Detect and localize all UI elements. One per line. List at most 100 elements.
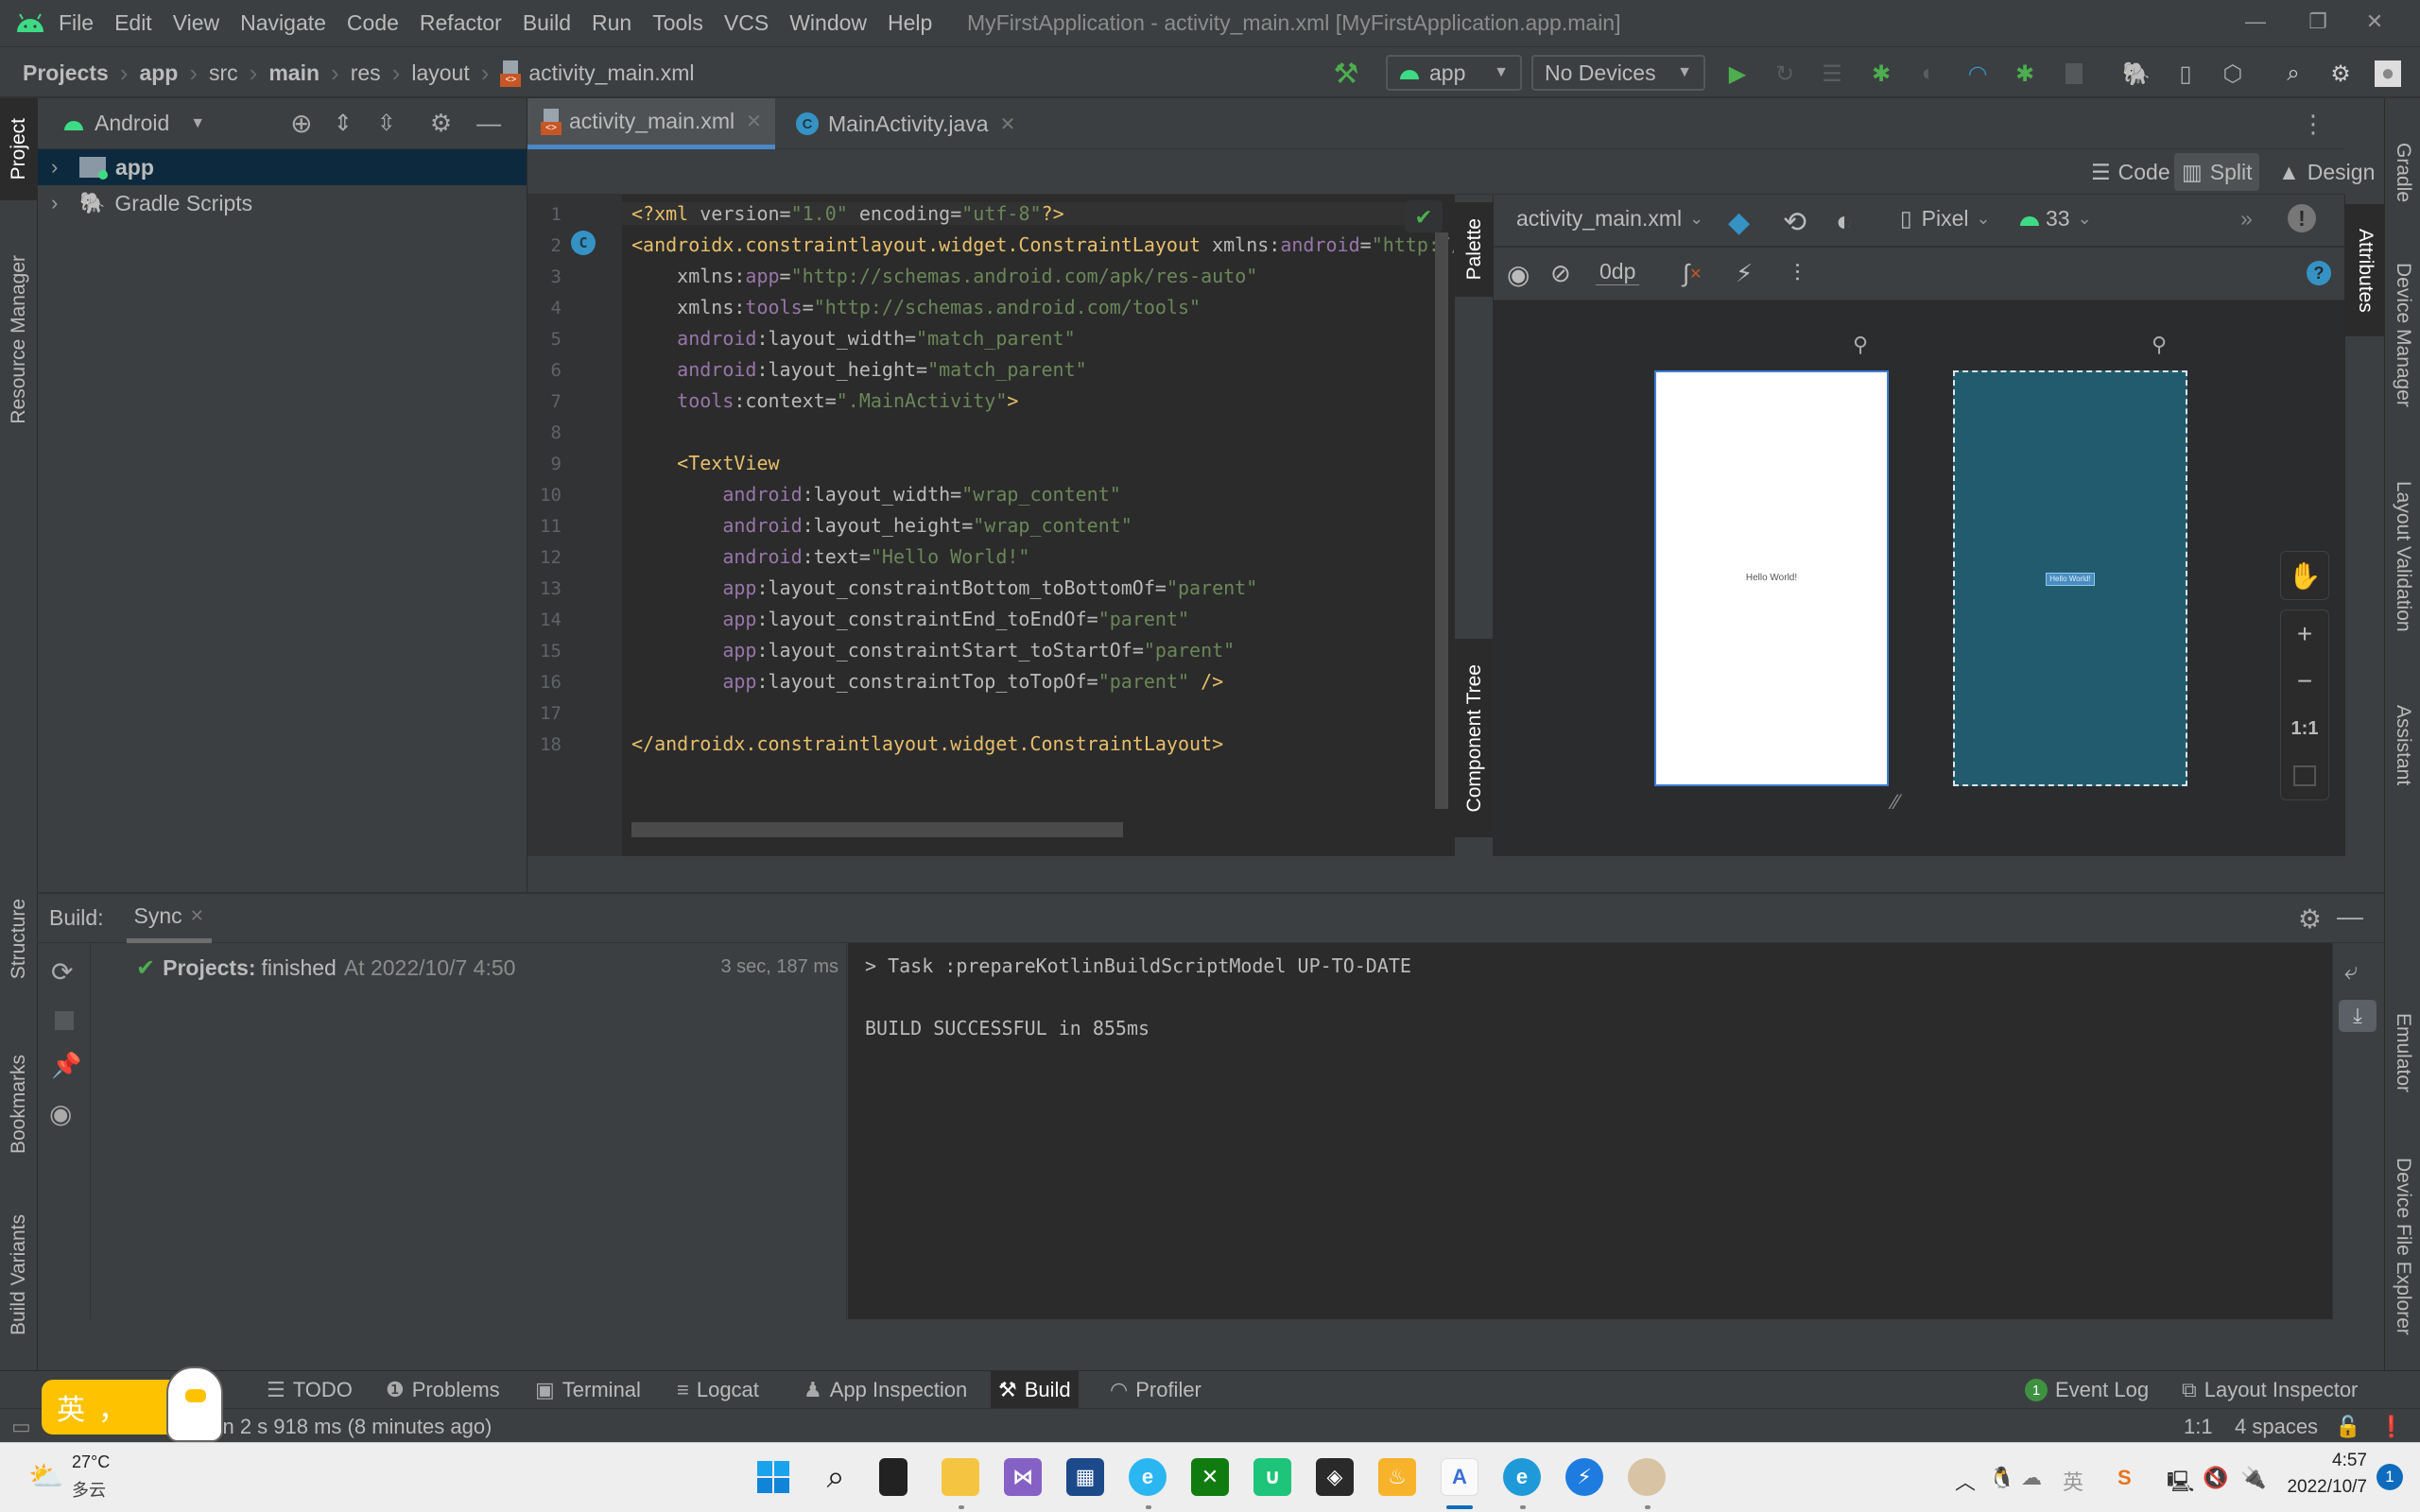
tool-window-app-inspection[interactable]: ♟ App Inspection (796, 1371, 975, 1409)
warning-icon[interactable]: ! (2288, 204, 2316, 232)
shield-app-icon[interactable]: ♨ (1378, 1458, 1416, 1496)
default-margin-input[interactable]: 0dp (1596, 259, 1640, 285)
menu-view[interactable]: View (173, 10, 219, 36)
autoconnect-icon[interactable]: ⊘ (1550, 259, 1571, 288)
menu-refactor[interactable]: Refactor (420, 10, 502, 36)
settings-icon[interactable]: ⚙ (2327, 60, 2354, 87)
tab-activity-main-xml[interactable]: <> activity_main.xml ✕ (527, 98, 775, 149)
attributes-tab[interactable]: Attributes (2345, 204, 2385, 336)
resync-icon[interactable]: ⟳ (51, 956, 73, 988)
photo-app-icon[interactable] (1628, 1458, 1666, 1496)
view-options-icon[interactable]: ◉ (1507, 259, 1530, 290)
apply-changes-icon[interactable]: ↻ (1772, 60, 1798, 87)
clear-constraints-icon[interactable]: ∫ ✕ (1683, 259, 1703, 288)
microsoft-store-icon[interactable]: ▦ (1066, 1458, 1104, 1496)
close-tab-icon[interactable]: ✕ (746, 110, 762, 133)
tool-window-todo[interactable]: ☰ TODO (259, 1371, 360, 1409)
caret-position[interactable]: 1:1 (2184, 1415, 2213, 1439)
pin-icon[interactable]: 📌 (51, 1051, 81, 1080)
device-manager-icon[interactable]: ▯ (2172, 60, 2199, 87)
class-reference-icon[interactable]: C (571, 231, 596, 255)
device-selector[interactable]: ▯ Pixel ⌄ (1900, 206, 1991, 232)
account-icon[interactable]: ● (2375, 60, 2401, 87)
visual-studio-icon[interactable]: ⋈ (1004, 1458, 1042, 1496)
ime-language[interactable]: 英 (57, 1386, 85, 1428)
apply-code-changes-icon[interactable]: ☰ (1819, 60, 1845, 87)
network-icon[interactable]: 🖳 (2167, 1466, 2194, 1502)
menu-build[interactable]: Build (523, 10, 571, 36)
code-line[interactable]: xmlns:app="http://schemas.android.com/ap… (631, 265, 1257, 287)
menu-window[interactable]: Window (789, 10, 867, 36)
palette-tab[interactable]: Palette (1455, 202, 1495, 297)
browser-icon[interactable]: e (1129, 1458, 1167, 1496)
inspection-ok-icon[interactable]: ✔ (1405, 200, 1443, 232)
tool-tab-device-manager[interactable]: Device Manager (2385, 240, 2420, 429)
stop-icon[interactable] (2061, 60, 2087, 87)
device-selector[interactable]: No Devices ▼ (1531, 55, 1705, 91)
tool-tab-resource-manager[interactable]: Resource Manager (0, 240, 38, 438)
tool-tab-structure[interactable]: Structure (0, 873, 38, 1005)
code-line[interactable]: android:layout_height="match_parent" (631, 358, 1087, 381)
breadcrumb-app[interactable]: app (139, 60, 178, 86)
menu-run[interactable]: Run (592, 10, 631, 36)
blueprint-text[interactable]: Hello World! (2046, 573, 2095, 586)
design-surface[interactable]: ⚲ ⚲ Hello World! ⁄⁄ Hello World! ✋ + − 1… (1494, 301, 2344, 856)
code-line[interactable]: android:layout_width="wrap_content" (631, 483, 1120, 506)
tool-window-terminal[interactable]: ▣ Terminal (527, 1371, 648, 1409)
hide-panel-icon[interactable]: — (2337, 902, 2363, 932)
chevron-right-icon[interactable]: › (51, 191, 79, 215)
code-editor[interactable]: C 1 2 3 4 5 6 7 8 9 10 11 12 13 14 15 16 17 18 <?xml vers… (527, 195, 1462, 856)
zoom-out-button[interactable]: − (2281, 658, 2328, 705)
overflow-icon[interactable]: » (2240, 206, 2253, 232)
split-mode-button[interactable]: ▥ Split (2174, 153, 2260, 191)
feedback-icon[interactable]: ❗ (2378, 1415, 2404, 1439)
collapse-all-icon[interactable]: ⇳ (377, 110, 396, 137)
pan-hand-icon[interactable]: ✋ (2281, 552, 2328, 599)
tool-window-layout-inspector[interactable]: ⧉ Layout Inspector (2174, 1371, 2365, 1409)
task-view-icon[interactable] (879, 1458, 908, 1496)
notification-badge[interactable]: 1 (2377, 1464, 2403, 1490)
hide-panel-icon[interactable]: — (476, 109, 501, 138)
gear-icon[interactable]: ⚙ (2298, 903, 2322, 935)
code-line[interactable]: <androidx.constraintlayout.widget.Constr… (631, 233, 1462, 256)
tool-tab-project[interactable]: Project (0, 98, 38, 200)
orientation-icon[interactable]: ⟲ (1783, 206, 1806, 239)
clock-time[interactable]: 4:57 (2316, 1451, 2367, 1471)
toggle-tool-windows-icon[interactable]: ▭ (11, 1415, 31, 1439)
android-studio-taskbar-icon[interactable]: A (1441, 1458, 1478, 1496)
menu-code[interactable]: Code (347, 10, 399, 36)
tree-item-gradle-scripts[interactable]: › 🐘 Gradle Scripts (38, 185, 527, 221)
blueprint-preview[interactable]: Hello World! (1953, 370, 2187, 786)
breadcrumb-src[interactable]: src (209, 60, 238, 86)
tool-tab-gradle[interactable]: Gradle (2385, 121, 2420, 225)
chevron-down-icon[interactable]: ▼ (190, 115, 205, 132)
zoom-actual-size-button[interactable]: 1:1 (2281, 705, 2328, 752)
ime-punctuation[interactable]: ， (98, 1386, 127, 1428)
project-view-selector[interactable]: Android (95, 111, 169, 136)
code-line[interactable]: app:layout_constraintEnd_toEndOf="parent… (631, 608, 1189, 630)
onedrive-icon[interactable]: ☁ (2021, 1466, 2042, 1490)
profile-icon[interactable]: ◠ (1964, 60, 1991, 87)
breadcrumb-projects[interactable]: Projects (23, 60, 109, 86)
tool-window-logcat[interactable]: ≡ Logcat (669, 1371, 767, 1409)
wrench-icon[interactable]: ⚲ (2152, 333, 2167, 357)
zoom-in-button[interactable]: + (2281, 610, 2328, 658)
code-line[interactable]: </androidx.constraintlayout.widget.Const… (631, 732, 1223, 755)
eye-icon[interactable]: ◉ (49, 1098, 72, 1129)
tab-main-activity-java[interactable]: C MainActivity.java ✕ (783, 98, 1028, 149)
tool-tab-bookmarks[interactable]: Bookmarks (0, 1024, 38, 1185)
design-surface-selector-icon[interactable]: ◆ (1728, 206, 1750, 239)
api-level-selector[interactable]: 33 ⌄ (2019, 206, 2092, 232)
code-line[interactable]: android:layout_height="wrap_content" (631, 514, 1132, 537)
tool-window-problems[interactable]: ❶ Problems (378, 1371, 508, 1409)
tool-tab-emulator[interactable]: Emulator (2385, 987, 2420, 1119)
breadcrumb-res[interactable]: res (351, 60, 381, 86)
breadcrumb-main[interactable]: main (268, 60, 320, 86)
zoom-to-fit-icon[interactable] (2281, 752, 2328, 799)
qq-icon[interactable]: 🐧 (1989, 1466, 2014, 1490)
lock-icon[interactable]: 🔓 (2335, 1415, 2360, 1439)
locate-file-icon[interactable]: ⊕ (290, 108, 312, 139)
code-line[interactable]: <?xml version="1.0" encoding="utf-8"?> (622, 202, 1435, 225)
weather-icon[interactable]: ⛅ (28, 1460, 63, 1493)
expand-all-icon[interactable]: ⇕ (334, 110, 353, 137)
